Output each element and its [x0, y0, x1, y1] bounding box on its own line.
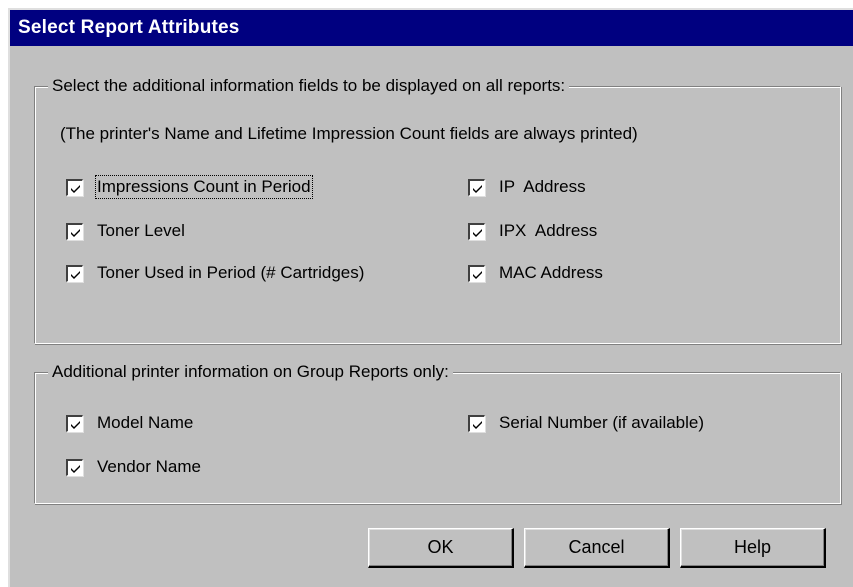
model-name-checkbox[interactable]: Model Name: [66, 410, 193, 436]
group-reports-group: [34, 372, 841, 504]
vendor-name-label: Vendor Name: [97, 457, 201, 476]
dialog-title: Select Report Attributes: [10, 10, 853, 46]
toner-level-checkbox[interactable]: Toner Level: [66, 218, 185, 244]
checkmark-icon: [66, 264, 83, 282]
ip-address-checkbox[interactable]: IP Address: [468, 174, 586, 200]
vendor-name-checkbox[interactable]: Vendor Name: [66, 454, 201, 480]
toner-used-label: Toner Used in Period (# Cartridges): [97, 263, 365, 282]
mac-address-checkbox[interactable]: MAC Address: [468, 260, 603, 286]
checkmark-icon: [66, 414, 83, 432]
ipx-address-checkbox[interactable]: IPX Address: [468, 218, 597, 244]
checkmark-icon: [66, 178, 83, 196]
model-name-label: Model Name: [97, 413, 194, 432]
checkmark-icon: [66, 458, 83, 476]
checkmark-icon: [468, 178, 485, 196]
help-button[interactable]: Help: [680, 528, 826, 568]
ok-button[interactable]: OK: [368, 528, 514, 568]
checkmark-icon: [468, 222, 485, 240]
impressions-count-label: Impressions Count in Period: [95, 175, 313, 199]
cancel-button[interactable]: Cancel: [524, 528, 670, 568]
group-reports-legend: Additional printer information on Group …: [48, 361, 453, 383]
serial-number-checkbox[interactable]: Serial Number (if available): [468, 410, 704, 436]
select-report-attributes-dialog: Select Report Attributes Select the addi…: [8, 8, 853, 587]
toner-level-label: Toner Level: [97, 221, 185, 240]
ip-address-label: IP Address: [499, 177, 586, 196]
checkmark-icon: [66, 222, 83, 240]
toner-used-checkbox[interactable]: Toner Used in Period (# Cartridges): [66, 260, 364, 286]
mac-address-label: MAC Address: [499, 263, 603, 282]
fields-group-legend: Select the additional information fields…: [48, 75, 570, 97]
impressions-count-checkbox[interactable]: Impressions Count in Period: [66, 174, 313, 200]
ipx-address-label: IPX Address: [499, 221, 598, 240]
always-printed-note: (The printer's Name and Lifetime Impress…: [60, 124, 638, 143]
checkmark-icon: [468, 264, 485, 282]
serial-number-label: Serial Number (if available): [499, 413, 705, 432]
checkmark-icon: [468, 414, 485, 432]
